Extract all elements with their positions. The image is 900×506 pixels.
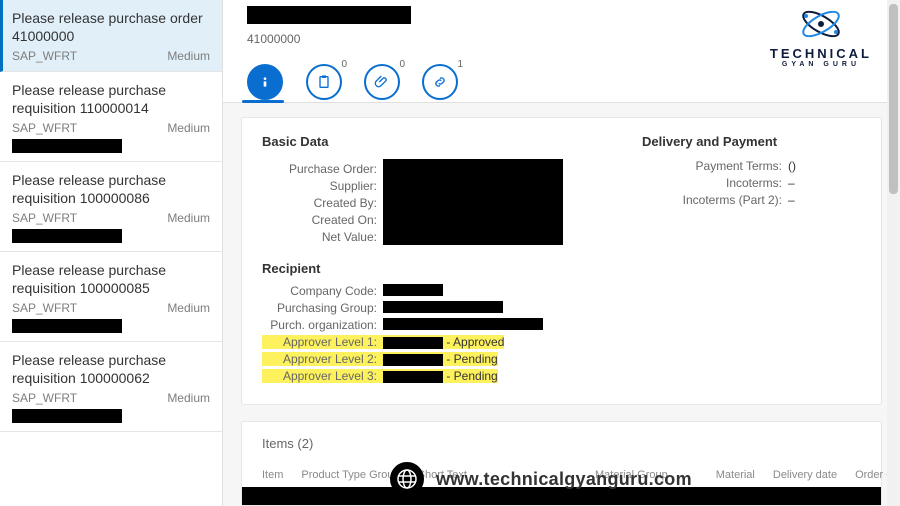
brand-name: TECHNICAL [770, 46, 872, 61]
task-title: Please release purchase requisition 1100… [12, 82, 210, 117]
task-list-item[interactable]: Please release purchase requisition 1000… [0, 342, 222, 432]
redacted-block [383, 354, 443, 366]
redacted-block [383, 337, 443, 349]
tab-info[interactable] [247, 64, 283, 100]
task-priority: Medium [167, 121, 210, 135]
tab-badge: 1 [457, 60, 463, 70]
task-title: Please release purchase order 41000000 [12, 10, 210, 45]
field-label: Purchasing Group: [262, 301, 383, 315]
field-label: Incoterms: [642, 176, 788, 190]
scrollbar[interactable] [887, 0, 900, 506]
approver-status: - Pending [446, 369, 497, 383]
globe-icon [390, 462, 424, 496]
task-source: SAP_WFRT [12, 301, 77, 315]
clipboard-icon [316, 74, 332, 90]
redacted-block [12, 139, 122, 153]
task-list-item[interactable]: Please release purchase requisition 1000… [0, 162, 222, 252]
task-priority: Medium [167, 301, 210, 315]
info-icon [257, 74, 273, 90]
task-source: SAP_WFRT [12, 391, 77, 405]
col-header: Material [716, 469, 755, 481]
redacted-block [383, 318, 543, 330]
field-label: Company Code: [262, 284, 383, 298]
task-source: SAP_WFRT [12, 121, 77, 135]
col-header: Product Type Group [301, 469, 399, 481]
redacted-block [12, 229, 122, 243]
field-label: Supplier: [262, 179, 383, 193]
task-list-item[interactable]: Please release purchase requisition 1000… [0, 252, 222, 342]
redacted-block [12, 409, 122, 423]
field-value: () [788, 159, 796, 173]
task-list-item[interactable]: Please release purchase order 41000000 S… [0, 0, 222, 72]
section-title: Basic Data [262, 134, 582, 149]
task-title: Please release purchase requisition 1000… [12, 172, 210, 207]
basic-data-section: Basic Data Purchase Order: Supplier: Cre… [241, 117, 882, 405]
detail-tabs: 0 0 1 [247, 64, 876, 102]
task-list-item[interactable]: Please release purchase requisition 1100… [0, 72, 222, 162]
task-priority: Medium [167, 391, 210, 405]
task-title: Please release purchase requisition 1000… [12, 262, 210, 297]
task-list-sidebar[interactable]: Please release purchase order 41000000 S… [0, 0, 223, 506]
redacted-block [247, 6, 411, 24]
approver-label: Approver Level 2: [262, 352, 383, 366]
task-source: SAP_WFRT [12, 211, 77, 225]
link-icon [432, 74, 448, 90]
redacted-block [383, 301, 503, 313]
paperclip-icon [374, 74, 390, 90]
field-value: – [788, 176, 795, 190]
field-label: Incoterms (Part 2): [642, 193, 788, 207]
approver-status: - Pending [446, 352, 497, 366]
tab-notes[interactable]: 0 [306, 64, 342, 100]
tab-attachments[interactable]: 0 [364, 64, 400, 100]
approver-label: Approver Level 3: [262, 369, 383, 383]
field-label: Net Value: [262, 230, 383, 244]
task-source: SAP_WFRT [12, 49, 77, 63]
section-title: Recipient [262, 261, 861, 276]
redacted-block [383, 159, 563, 245]
field-label: Payment Terms: [642, 159, 788, 173]
field-label: Purch. organization: [262, 318, 383, 332]
brand-logo: TECHNICAL GYAN GURU [770, 4, 872, 68]
tab-badge: 0 [341, 60, 347, 70]
approver-status: - Approved [446, 335, 504, 349]
items-title: Items (2) [262, 436, 861, 451]
footer-watermark: www.technicalgyanguru.com [390, 462, 692, 496]
approver-label: Approver Level 1: [262, 335, 383, 349]
task-priority: Medium [167, 49, 210, 63]
task-priority: Medium [167, 211, 210, 225]
scrollbar-thumb[interactable] [889, 4, 898, 194]
redacted-block [12, 319, 122, 333]
field-label: Created By: [262, 196, 383, 210]
col-header: Delivery date [773, 469, 837, 481]
brand-sub: GYAN GURU [770, 61, 872, 68]
detail-panel: 41000000 0 0 1 [223, 0, 900, 506]
field-value: – [788, 193, 795, 207]
atom-icon [798, 4, 844, 44]
field-label: Purchase Order: [262, 162, 383, 176]
section-title: Delivery and Payment [642, 134, 861, 149]
tab-links[interactable]: 1 [422, 64, 458, 100]
col-header: Item [262, 469, 283, 481]
tab-badge: 0 [399, 60, 405, 70]
footer-url: www.technicalgyanguru.com [436, 469, 692, 490]
field-label: Created On: [262, 213, 383, 227]
task-title: Please release purchase requisition 1000… [12, 352, 210, 387]
redacted-block [383, 371, 443, 383]
redacted-block [383, 284, 443, 296]
